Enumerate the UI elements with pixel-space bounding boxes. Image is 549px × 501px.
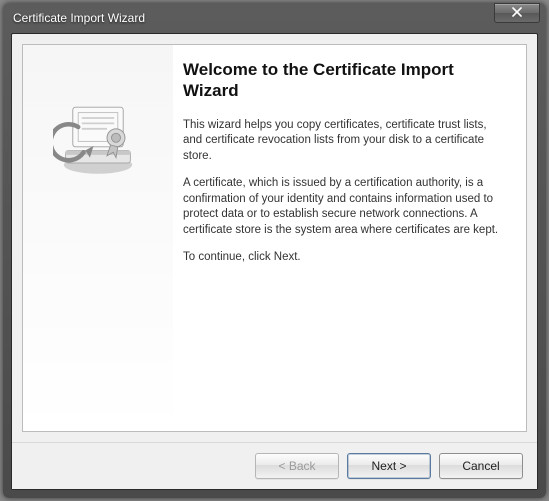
wizard-heading: Welcome to the Certificate Import Wizard — [183, 59, 504, 102]
client-area: Welcome to the Certificate Import Wizard… — [11, 33, 538, 490]
close-icon — [512, 7, 522, 20]
cancel-button[interactable]: Cancel — [439, 453, 523, 479]
wizard-paragraph-1: This wizard helps you copy certificates,… — [183, 118, 504, 165]
close-button[interactable] — [494, 3, 540, 23]
titlebar[interactable]: Certificate Import Wizard — [3, 3, 546, 33]
certificate-icon — [53, 91, 143, 181]
back-button: < Back — [255, 453, 339, 479]
wizard-paragraph-3: To continue, click Next. — [183, 250, 504, 266]
dialog-window: Certificate Import Wizard — [3, 3, 546, 498]
wizard-text-area: Welcome to the Certificate Import Wizard… — [173, 45, 526, 431]
content-panel: Welcome to the Certificate Import Wizard… — [22, 44, 527, 432]
button-row: < Back Next > Cancel — [12, 442, 537, 489]
wizard-side-graphic — [23, 45, 173, 431]
window-title: Certificate Import Wizard — [13, 11, 494, 25]
wizard-paragraph-2: A certificate, which is issued by a cert… — [183, 176, 504, 238]
next-button[interactable]: Next > — [347, 453, 431, 479]
